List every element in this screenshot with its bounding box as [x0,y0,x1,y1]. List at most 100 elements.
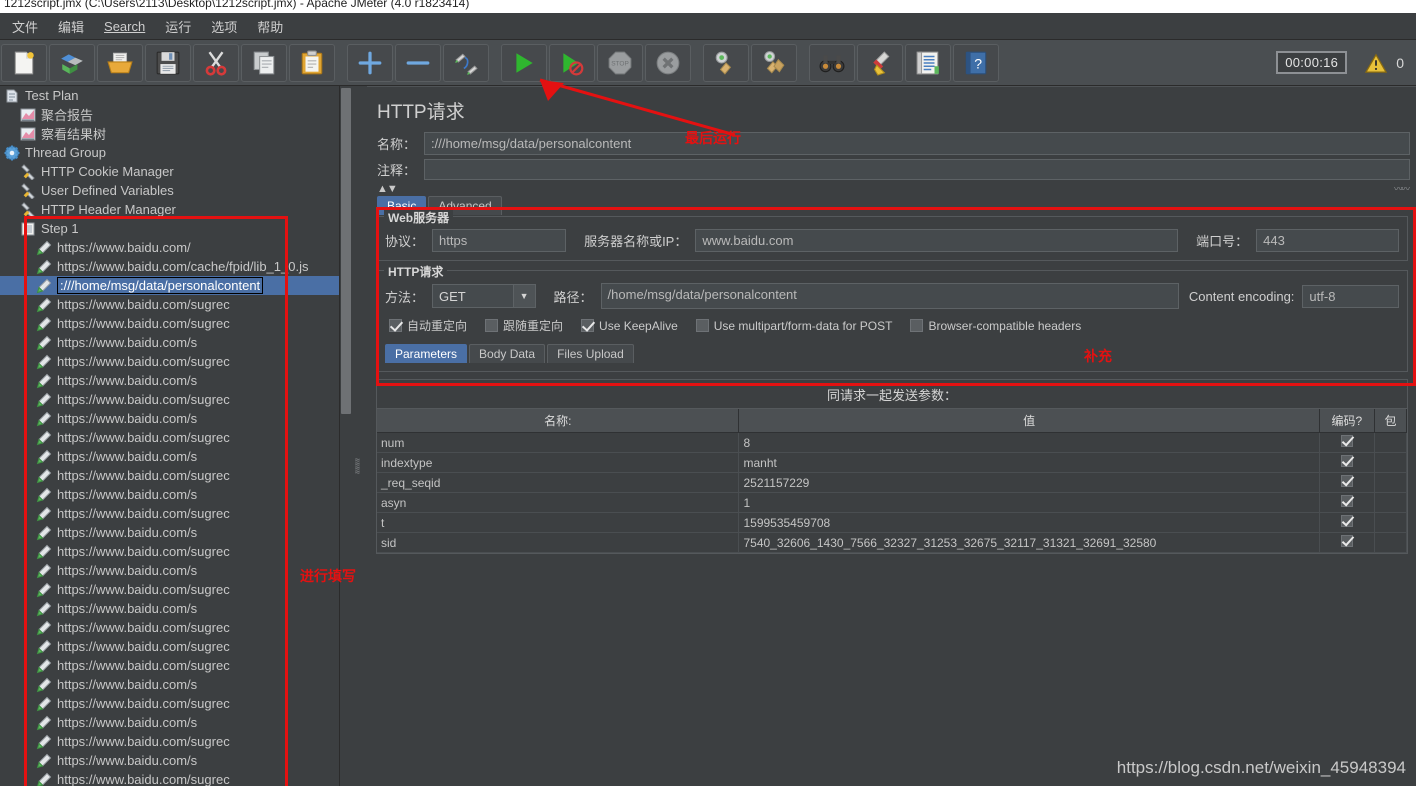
param-name-cell[interactable]: sid [377,532,740,553]
param-include-cell[interactable] [1374,452,1407,473]
tree-node[interactable]: https://www.baidu.com/s [0,485,339,504]
table-row[interactable]: num 8 [377,432,1407,453]
tree-node[interactable]: https://www.baidu.com/sugrec [0,732,339,751]
tree-node[interactable]: https://www.baidu.com/s [0,561,339,580]
tree-node[interactable]: https://www.baidu.com/s [0,409,339,428]
tree-scrollbar[interactable] [339,86,351,786]
param-encode-cell[interactable] [1319,532,1376,553]
tree-node[interactable]: 聚合报告 [0,105,339,124]
path-input[interactable]: /home/msg/data/personalcontent [600,283,1179,309]
checkbox-multipart-box[interactable] [695,319,709,332]
column-header-encode[interactable]: 编码? [1319,409,1376,433]
tree-node[interactable]: Test Plan [0,86,339,105]
checkbox-follow-redirect-box[interactable] [485,319,499,332]
param-encode-checkbox[interactable] [1340,435,1353,447]
tree-node[interactable]: User Defined Variables [0,181,339,200]
checkbox-keepalive[interactable]: Use KeepAlive [581,319,678,333]
panel-splitter[interactable]: ≈ ≈ ≈ ≈ [351,86,367,786]
tree-node[interactable]: 察看结果树 [0,124,339,143]
tree-node[interactable]: https://www.baidu.com/sugrec [0,504,339,523]
toggle-button[interactable] [443,43,489,82]
function-helper-button[interactable] [905,43,951,82]
templates-button[interactable] [49,43,95,82]
parameters-table[interactable]: 名称: 值 编码? 包 num 8 indextype manht _req_seqid… [377,409,1407,553]
column-header-name[interactable]: 名称: [377,409,740,433]
tree-node[interactable]: https://www.baidu.com/sugrec [0,352,339,371]
name-input[interactable]: :///home/msg/data/personalcontent [424,132,1410,155]
param-value-cell[interactable]: 1 [738,492,1320,513]
checkbox-auto-redirect-box[interactable] [389,319,402,332]
tree-node[interactable]: https://www.baidu.com/s [0,371,339,390]
checkbox-keepalive-box[interactable] [581,319,595,332]
checkbox-auto-redirect[interactable]: 自动重定向 [389,317,467,334]
tree-node[interactable]: https://www.baidu.com/s [0,447,339,466]
tree-node[interactable]: https://www.baidu.com/s [0,333,339,352]
clear-all-button[interactable] [751,43,797,82]
param-include-cell[interactable] [1374,432,1407,453]
clear-button[interactable] [703,43,749,82]
menu-edit[interactable]: 编辑 [48,14,94,39]
tree-node[interactable]: https://www.baidu.com/sugrec [0,390,339,409]
menu-options[interactable]: 选项 [201,14,247,39]
tree-node[interactable]: https://www.baidu.com/ [0,238,339,257]
copy-button[interactable] [241,43,287,82]
table-row[interactable]: indextype manht [377,452,1407,473]
tree-node[interactable]: https://www.baidu.com/sugrec [0,618,339,637]
comment-input[interactable] [424,159,1410,180]
param-include-cell[interactable] [1374,472,1407,493]
menu-file[interactable]: 文件 [2,14,48,39]
help-button[interactable]: ? [953,43,999,82]
warning-indicator[interactable]: 0 [1365,53,1404,73]
param-encode-cell[interactable] [1319,432,1376,453]
tree-node[interactable]: https://www.baidu.com/sugrec [0,694,339,713]
param-value-cell[interactable]: 7540_32606_1430_7566_32327_31253_32675_3… [738,532,1320,553]
tree-node[interactable]: https://www.baidu.com/sugrec [0,314,339,333]
start-button[interactable] [501,43,547,82]
param-value-cell[interactable]: 2521157229 [738,472,1320,493]
tree-node[interactable]: https://www.baidu.com/sugrec [0,295,339,314]
tree-node[interactable]: :///home/msg/data/personalcontent [0,276,339,295]
method-select[interactable]: GET ▼ [432,284,536,308]
tree-node[interactable]: https://www.baidu.com/sugrec [0,542,339,561]
open-button[interactable] [97,43,143,82]
param-encode-checkbox[interactable] [1340,535,1353,547]
tree-node[interactable]: Step 1 [0,219,339,238]
new-test-plan-button[interactable] [1,43,47,82]
server-input[interactable]: www.baidu.com [695,229,1179,252]
checkbox-multipart[interactable]: Use multipart/form-data for POST [695,319,892,333]
collapse-all-button[interactable] [395,43,441,82]
column-header-include[interactable]: 包 [1374,409,1407,433]
checkbox-follow-redirect[interactable]: 跟随重定向 [485,317,563,334]
port-input[interactable]: 443 [1256,229,1399,252]
resize-grip-icon[interactable]: 〰〰 [1394,182,1410,195]
param-encode-cell[interactable] [1319,492,1376,513]
tree-node[interactable]: https://www.baidu.com/sugrec [0,466,339,485]
tree-node[interactable]: https://www.baidu.com/cache/fpid/lib_1_0… [0,257,339,276]
tab-body-data[interactable]: Body Data [469,344,546,363]
checkbox-browser-headers[interactable]: Browser-compatible headers [910,319,1081,333]
tree-node[interactable]: https://www.baidu.com/s [0,675,339,694]
stop-button[interactable]: STOP [597,43,643,82]
tree-node[interactable]: HTTP Cookie Manager [0,162,339,181]
shutdown-button[interactable] [645,43,691,82]
tree-node[interactable]: https://www.baidu.com/sugrec [0,428,339,447]
cut-button[interactable] [193,43,239,82]
table-row[interactable]: sid 7540_32606_1430_7566_32327_31253_3267… [377,532,1407,553]
param-include-cell[interactable] [1374,532,1407,553]
column-header-value[interactable]: 值 [738,409,1320,433]
content-encoding-input[interactable]: utf-8 [1302,284,1400,308]
param-encode-checkbox[interactable] [1340,455,1353,467]
tree-node[interactable]: HTTP Header Manager [0,200,339,219]
collapse-arrows-icon[interactable]: ▲▼ [377,183,398,195]
tree-node[interactable]: https://www.baidu.com/sugrec [0,656,339,675]
param-value-cell[interactable]: 1599535459708 [738,512,1320,533]
param-name-cell[interactable]: t [377,512,740,533]
menu-help[interactable]: 帮助 [247,14,293,39]
paste-button[interactable] [289,43,335,82]
table-row[interactable]: asyn 1 [377,492,1407,513]
param-encode-cell[interactable] [1319,512,1376,533]
table-row[interactable]: t 1599535459708 [377,512,1407,533]
param-encode-checkbox[interactable] [1340,495,1353,507]
param-encode-checkbox[interactable] [1340,515,1353,527]
tree-node[interactable]: https://www.baidu.com/s [0,599,339,618]
